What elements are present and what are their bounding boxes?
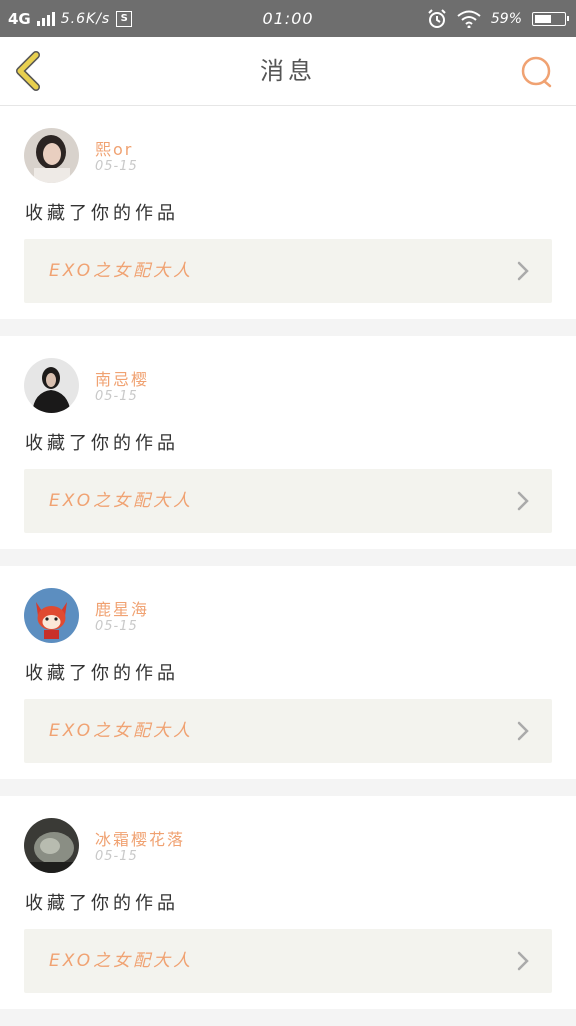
chevron-right-icon <box>517 491 529 511</box>
avatar[interactable] <box>24 358 79 413</box>
username[interactable]: 冰霜樱花落 <box>95 826 185 850</box>
avatar[interactable] <box>24 818 79 873</box>
chevron-right-icon <box>517 951 529 971</box>
nav-header: 消息 <box>0 37 576 106</box>
message-list: 熙or 05-15 收藏了你的作品 EXO之女配大人 南忌樱 05-15 收藏了… <box>0 106 576 1026</box>
username[interactable]: 南忌樱 <box>95 366 149 390</box>
work-link[interactable]: EXO之女配大人 <box>24 929 552 993</box>
work-title: EXO之女配大人 <box>49 721 194 741</box>
work-link[interactable]: EXO之女配大人 <box>24 699 552 763</box>
wifi-icon <box>457 10 481 28</box>
search-button[interactable] <box>520 55 554 89</box>
action-text: 收藏了你的作品 <box>25 203 179 224</box>
message-card: 鹿星海 05-15 收藏了你的作品 EXO之女配大人 <box>0 566 576 779</box>
action-text: 收藏了你的作品 <box>25 893 179 914</box>
status-bar: 4G 5.6K/s S 01:00 59% <box>0 0 576 37</box>
avatar[interactable] <box>24 588 79 643</box>
message-card: 熙or 05-15 收藏了你的作品 EXO之女配大人 <box>0 106 576 319</box>
search-icon <box>521 56 552 88</box>
username[interactable]: 熙or <box>95 136 133 160</box>
work-link[interactable]: EXO之女配大人 <box>24 239 552 303</box>
battery-icon <box>532 11 569 26</box>
work-title: EXO之女配大人 <box>49 951 194 971</box>
alarm-icon <box>427 8 447 29</box>
message-date: 05-15 <box>95 389 138 404</box>
work-title: EXO之女配大人 <box>49 261 194 281</box>
chevron-right-icon <box>517 261 529 281</box>
work-link[interactable]: EXO之女配大人 <box>24 469 552 533</box>
chevron-right-icon <box>517 721 529 741</box>
page-title: 消息 <box>260 57 316 85</box>
username[interactable]: 鹿星海 <box>95 596 149 620</box>
message-date: 05-15 <box>95 159 138 174</box>
status-right: 59% <box>427 0 569 37</box>
work-title: EXO之女配大人 <box>49 491 194 511</box>
message-card: 冰霜樱花落 05-15 收藏了你的作品 EXO之女配大人 <box>0 796 576 1009</box>
avatar[interactable] <box>24 128 79 183</box>
action-text: 收藏了你的作品 <box>25 663 179 684</box>
battery-percent: 59% <box>490 10 522 27</box>
message-card: 南忌樱 05-15 收藏了你的作品 EXO之女配大人 <box>0 336 576 549</box>
message-date: 05-15 <box>95 619 138 634</box>
action-text: 收藏了你的作品 <box>25 433 179 454</box>
message-date: 05-15 <box>95 849 138 864</box>
